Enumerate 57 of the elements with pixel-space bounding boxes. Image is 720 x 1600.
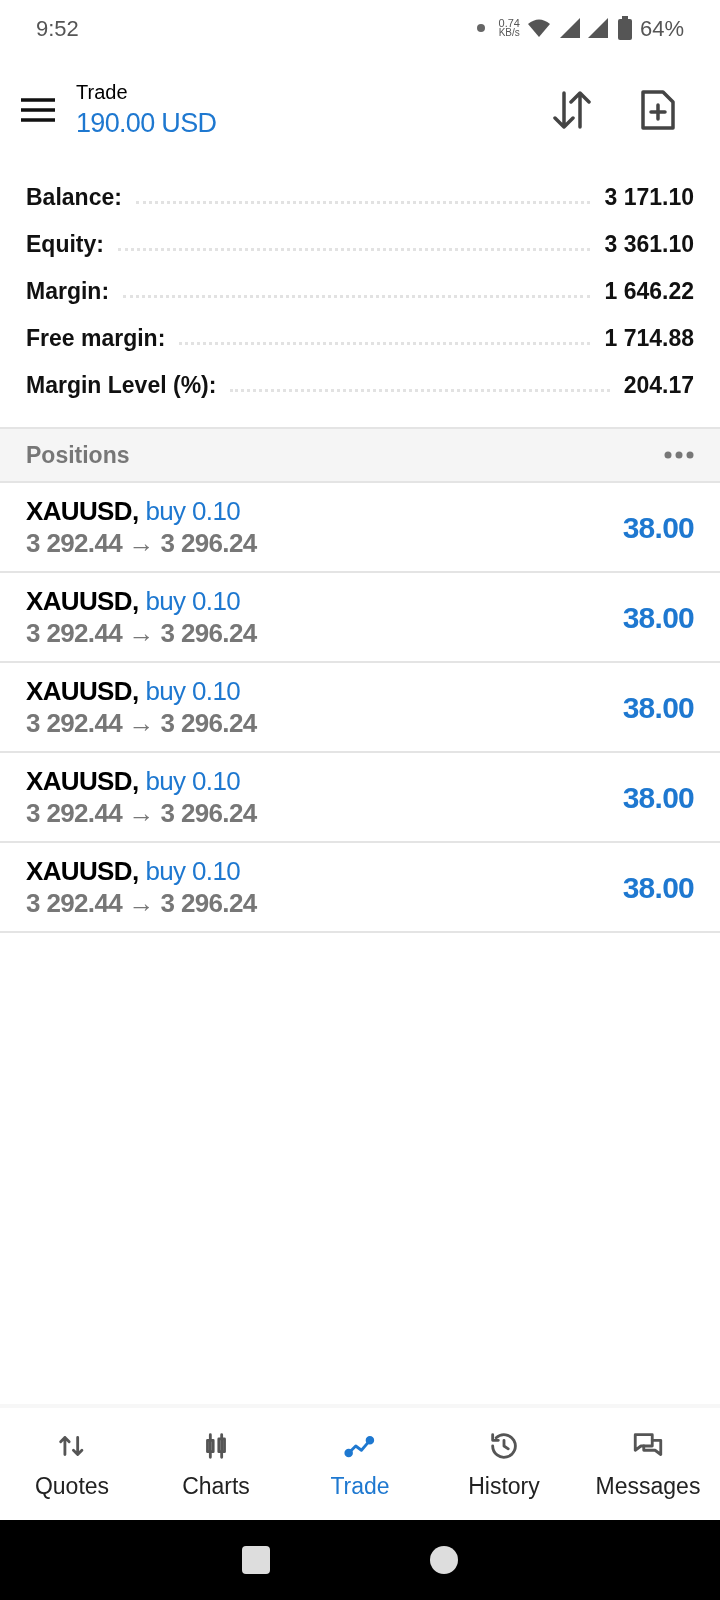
net-speed-unit: KB/s [498, 28, 520, 38]
position-symbol: XAUUSD, [26, 495, 139, 527]
nav-tab[interactable]: Charts [144, 1424, 288, 1504]
summary-label: Free margin: [26, 324, 166, 354]
position-order: buy 0.10 [145, 495, 241, 527]
more-icon [664, 451, 694, 459]
header-title: Trade [76, 80, 129, 105]
nav-tab[interactable]: Trade [288, 1424, 432, 1504]
signal-icon [587, 18, 608, 38]
position-symbol: XAUUSD, [26, 765, 139, 797]
position-prices: 3 292.44 → 3 296.24 [26, 527, 257, 559]
nav-tab[interactable]: History [432, 1424, 576, 1504]
summary-value: 204.17 [623, 371, 694, 401]
home-button[interactable] [430, 1546, 458, 1574]
summary-value: 3 361.10 [604, 230, 694, 260]
battery-icon [617, 16, 632, 40]
position-order: buy 0.10 [145, 855, 241, 887]
document-plus-icon [641, 90, 675, 130]
position-symbol: XAUUSD, [26, 855, 139, 887]
summary-label: Margin Level (%): [26, 371, 217, 401]
dot-icon [476, 24, 485, 32]
summary-label: Equity: [26, 230, 104, 260]
position-prices: 3 292.44 → 3 296.24 [26, 707, 257, 739]
position-profit: 38.00 [622, 599, 694, 636]
menu-icon [21, 98, 55, 122]
position-row[interactable]: XAUUSD, buy 0.10 3 292.44 → 3 296.24 38.00 [0, 753, 720, 843]
header-balance: 190.00 USD [76, 107, 217, 140]
summary-label: Margin: [26, 277, 110, 307]
position-row[interactable]: XAUUSD, buy 0.10 3 292.44 → 3 296.24 38.00 [0, 843, 720, 933]
position-prices: 3 292.44 → 3 296.24 [26, 617, 257, 649]
position-prices: 3 292.44 → 3 296.24 [26, 797, 257, 829]
status-time: 9:52 [36, 14, 79, 43]
position-profit: 38.00 [622, 689, 694, 726]
nav-tab[interactable]: Messages [576, 1424, 720, 1504]
wifi-icon [527, 19, 550, 37]
position-order: buy 0.10 [145, 585, 241, 617]
net-speed-value: 0.74 [498, 18, 520, 28]
summary-value: 1 714.88 [604, 324, 694, 354]
position-symbol: XAUUSD, [26, 675, 139, 707]
position-row[interactable]: XAUUSD, buy 0.10 3 292.44 → 3 296.24 38.00 [0, 483, 720, 573]
position-profit: 38.00 [622, 509, 694, 546]
signal-icon [559, 18, 580, 38]
position-order: buy 0.10 [145, 765, 241, 797]
position-profit: 38.00 [622, 779, 694, 816]
position-row[interactable]: XAUUSD, buy 0.10 3 292.44 → 3 296.24 38.00 [0, 573, 720, 663]
position-profit: 38.00 [622, 869, 694, 906]
sort-arrows-icon [552, 91, 592, 129]
battery-percent: 64% [639, 14, 684, 43]
position-row[interactable]: XAUUSD, buy 0.10 3 292.44 → 3 296.24 38.00 [0, 663, 720, 753]
positions-title: Positions [26, 440, 130, 470]
position-prices: 3 292.44 → 3 296.24 [26, 887, 257, 919]
nav-tab[interactable]: Quotes [0, 1424, 144, 1504]
summary-label: Balance: [26, 183, 122, 213]
position-order: buy 0.10 [145, 675, 241, 707]
summary-value: 3 171.10 [604, 183, 694, 213]
summary-value: 1 646.22 [604, 277, 694, 307]
position-symbol: XAUUSD, [26, 585, 139, 617]
